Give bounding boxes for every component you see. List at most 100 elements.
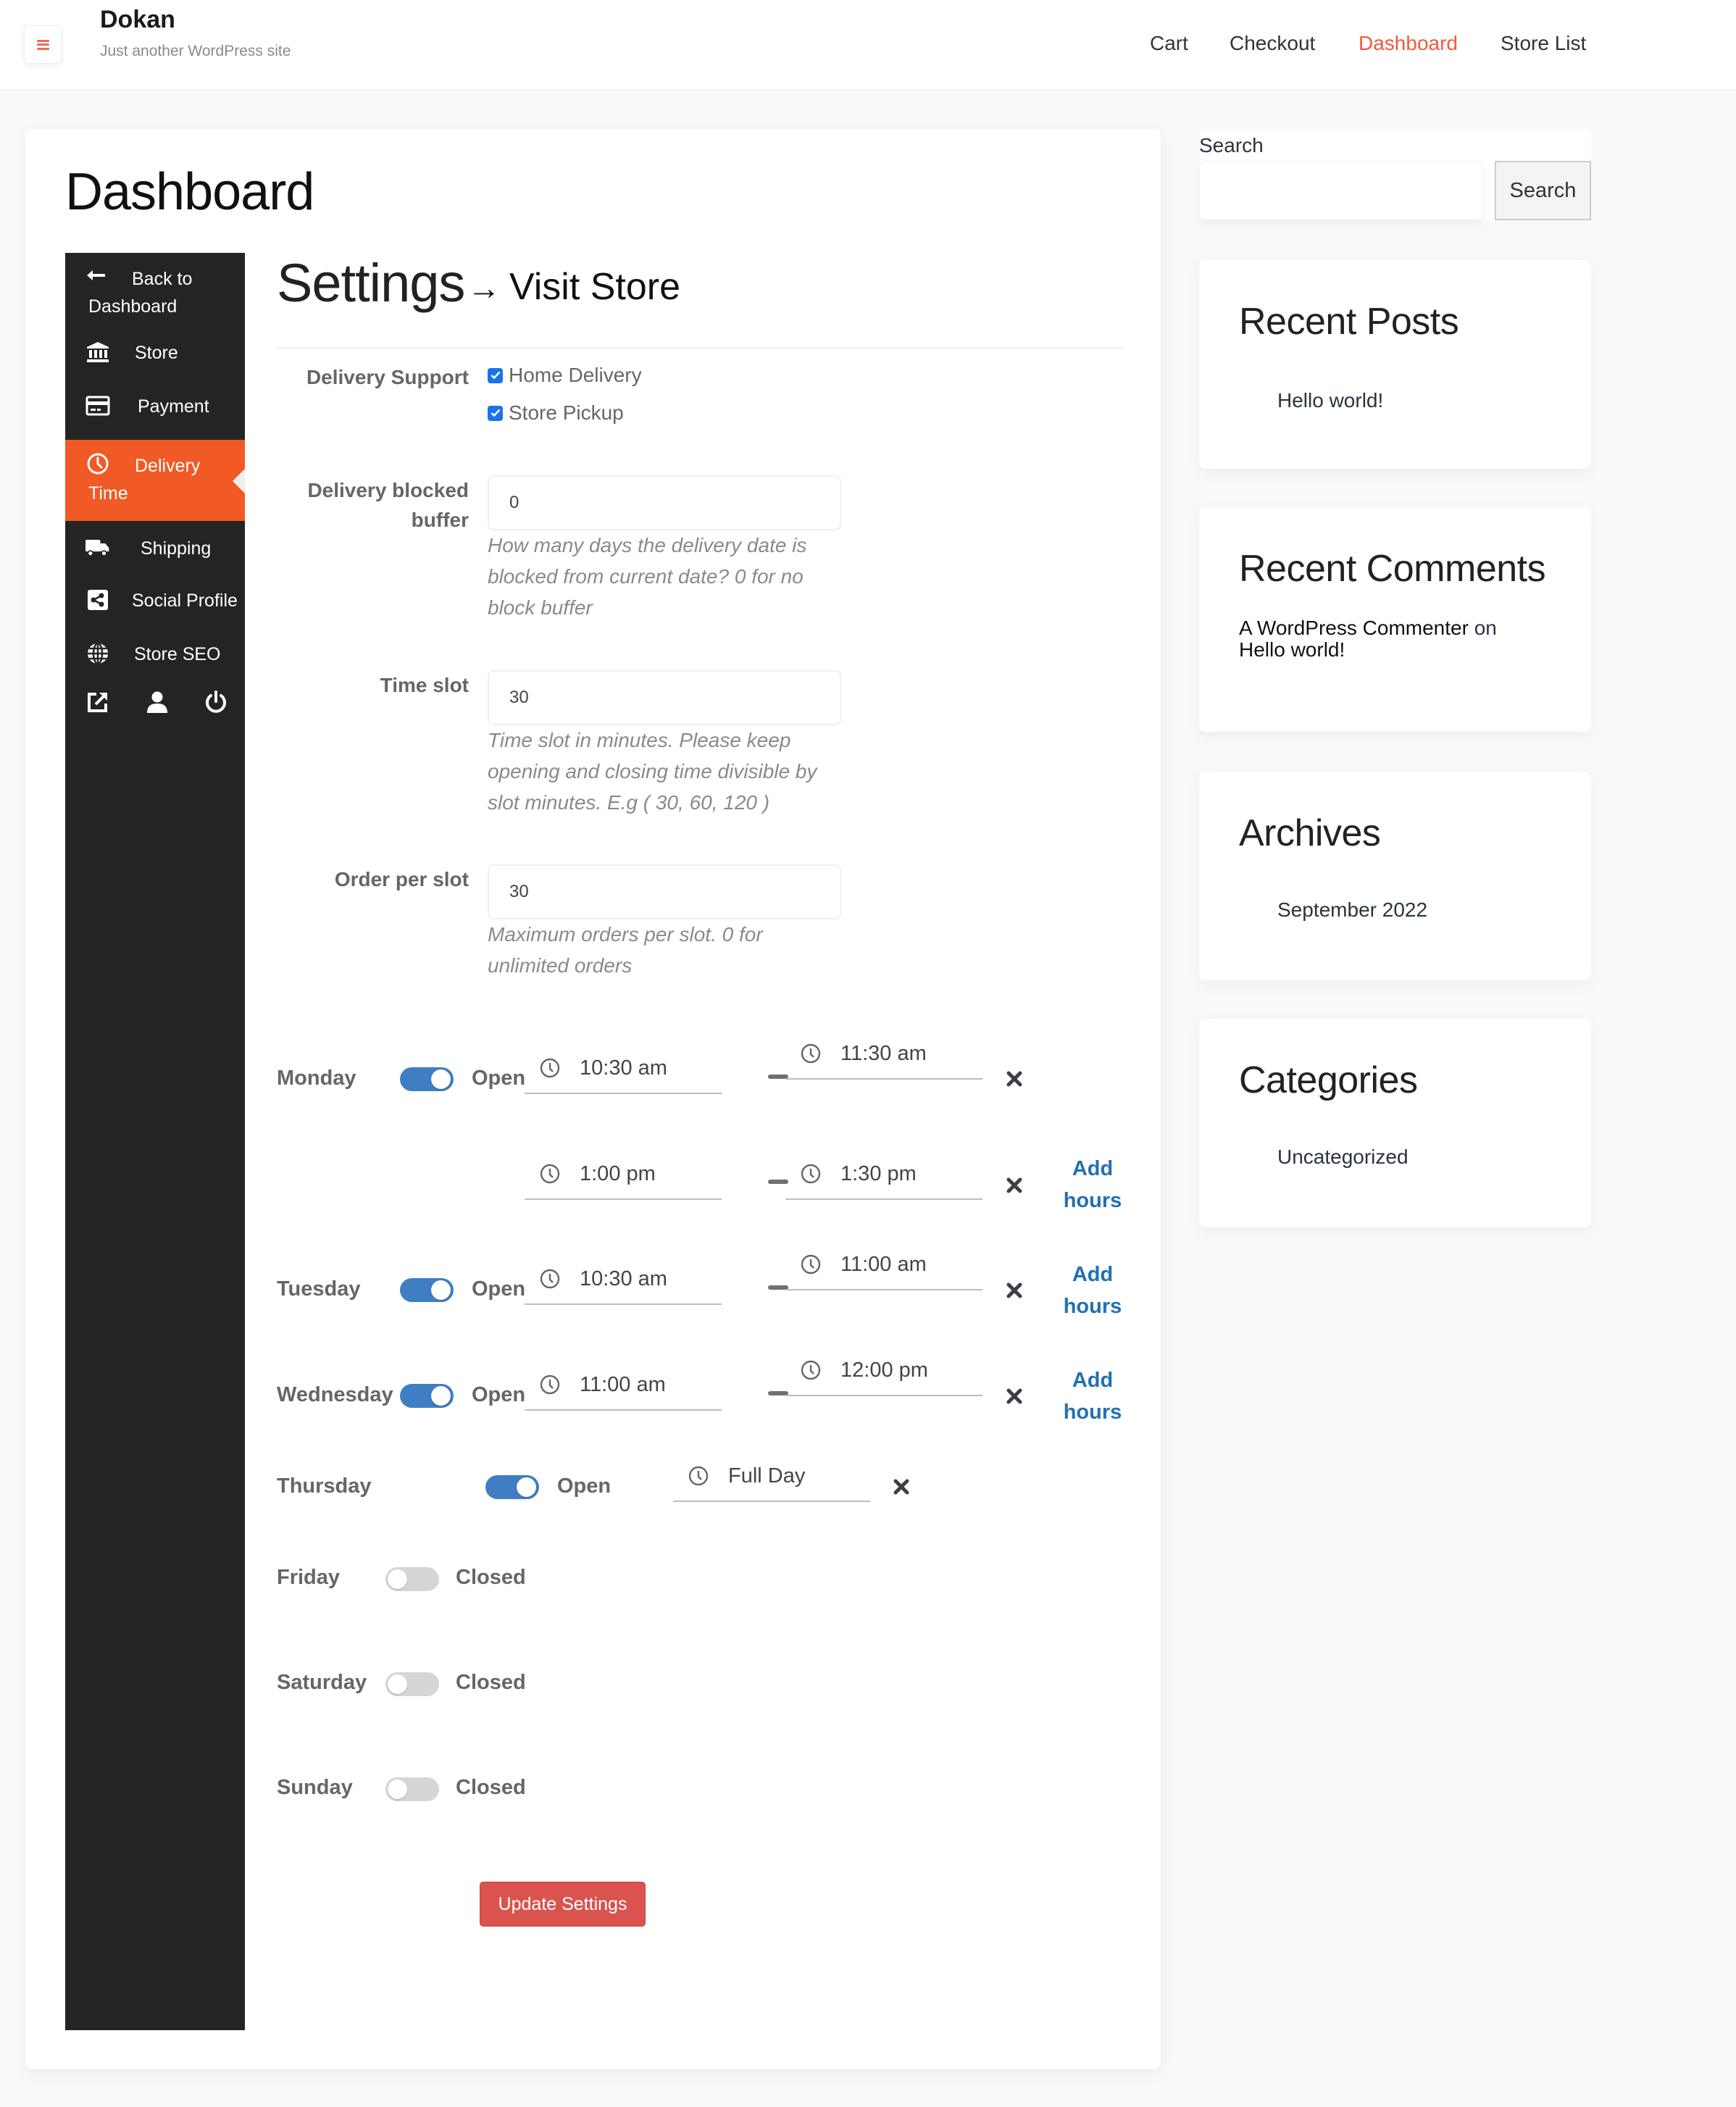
store-pickup-label: Store Pickup [509, 401, 624, 424]
time-slot-input[interactable]: 30 [488, 670, 841, 725]
user-icon[interactable] [143, 688, 172, 717]
closing-time-field[interactable]: 12:00 pm [785, 1356, 982, 1396]
recent-comments-widget: Recent Comments A WordPress Commenter on… [1199, 507, 1591, 732]
day-label: Friday [277, 1566, 341, 1589]
day-label: Tuesday [277, 1277, 361, 1301]
archives-widget: Archives September 2022 [1199, 772, 1591, 980]
order-per-slot-input[interactable]: 30 [488, 864, 841, 919]
archive-link[interactable]: September 2022 [1277, 898, 1427, 922]
share-icon [85, 588, 110, 612]
day-open-toggle[interactable] [485, 1475, 539, 1499]
site-title[interactable]: Dokan [100, 6, 175, 34]
clock-icon [801, 1164, 821, 1184]
external-link-icon[interactable] [83, 688, 112, 717]
day-open-toggle[interactable] [400, 1278, 454, 1302]
nav-dashboard[interactable]: Dashboard [1359, 32, 1458, 55]
remove-slot-icon[interactable] [1003, 1280, 1025, 1301]
sidebar-item-store[interactable]: Store [65, 327, 245, 380]
credit-card-icon [85, 393, 110, 418]
day-open-toggle[interactable] [400, 1067, 454, 1091]
clock-icon [540, 1269, 560, 1289]
store-pickup-checkbox[interactable] [488, 405, 503, 421]
time-slot-help: Time slot in minutes. Please keep openin… [488, 729, 817, 814]
widget-title: Archives [1239, 812, 1381, 854]
settings-title: Settings [277, 253, 465, 313]
power-icon[interactable] [201, 688, 230, 717]
time-slot-label: Time slot [380, 674, 469, 696]
home-delivery-label: Home Delivery [509, 364, 642, 386]
search-button[interactable]: Search [1495, 161, 1591, 220]
arrow-right-icon: → [467, 269, 501, 306]
full-day-field[interactable]: Full Day [673, 1462, 870, 1502]
category-link[interactable]: Uncategorized [1277, 1146, 1409, 1169]
main-content: Dashboard Back to Dashboard Store Paymen… [25, 129, 1161, 2069]
nav-store-list[interactable]: Store List [1501, 32, 1586, 55]
sidebar-item-social-profile[interactable]: Social Profile [65, 575, 245, 628]
day-open-toggle[interactable] [400, 1384, 454, 1408]
day-open-toggle[interactable] [385, 1777, 439, 1801]
sidebar-item-label: Time [88, 483, 128, 504]
closing-time-field[interactable]: 11:00 am [785, 1251, 982, 1290]
order-per-slot-label: Order per slot [334, 868, 469, 890]
day-status: Closed [456, 1671, 526, 1694]
remove-slot-icon[interactable] [1003, 1385, 1025, 1407]
clock-icon [540, 1058, 560, 1078]
day-open-toggle[interactable] [385, 1672, 439, 1696]
comment-post-link[interactable]: Hello world! [1239, 638, 1345, 661]
sidebar-item-label: Social Profile [132, 591, 238, 611]
comment-author-link[interactable]: A WordPress Commenter [1239, 617, 1469, 639]
recent-comment-item: A WordPress Commenter on Hello world! [1239, 617, 1543, 661]
sidebar-item-shipping[interactable]: Shipping [65, 521, 245, 575]
update-settings-button[interactable]: Update Settings [480, 1882, 646, 1927]
remove-slot-icon[interactable] [1003, 1068, 1025, 1090]
widget-title: Recent Comments [1239, 548, 1546, 590]
nav-checkout[interactable]: Checkout [1230, 32, 1315, 55]
blocked-buffer-input[interactable]: 0 [488, 475, 841, 530]
closing-time-field[interactable]: 1:30 pm [785, 1160, 982, 1200]
add-hours-link[interactable]: Add hours [1062, 1364, 1123, 1428]
sidebar-item-label: Dashboard [88, 296, 178, 317]
sidebar-bottom-actions [65, 688, 245, 724]
sidebar-item-label: Back to [132, 269, 193, 289]
day-status: Open [472, 1067, 526, 1090]
closing-time-field[interactable]: 11:30 am [785, 1040, 982, 1080]
blocked-buffer-label: Delivery blocked buffer [307, 479, 469, 531]
sidebar-item-label: Payment [138, 396, 209, 417]
day-open-toggle[interactable] [385, 1567, 439, 1591]
sidebar-item-payment[interactable]: Payment [65, 380, 245, 434]
visit-store-link[interactable]: → Visit Store [467, 265, 680, 309]
nav-cart[interactable]: Cart [1150, 32, 1188, 55]
clock-icon [540, 1374, 560, 1395]
widget-title: Categories [1239, 1059, 1418, 1101]
widget-title: Recent Posts [1239, 301, 1459, 343]
search-input[interactable] [1199, 161, 1483, 220]
remove-slot-icon[interactable] [1003, 1175, 1025, 1196]
sidebar-item-label: Store SEO [134, 644, 221, 664]
store-pickup-option[interactable]: Store Pickup [488, 401, 624, 425]
remove-slot-icon[interactable] [890, 1476, 912, 1498]
add-hours-link[interactable]: Add hours [1062, 1153, 1123, 1217]
recent-post-link[interactable]: Hello world! [1277, 389, 1383, 412]
opening-time-field[interactable]: 11:00 am [525, 1371, 722, 1411]
day-label: Thursday [277, 1474, 372, 1498]
visit-store-label: Visit Store [509, 266, 681, 308]
divider [277, 347, 1123, 349]
sidebar-item-label: Shipping [141, 538, 212, 559]
day-label: Wednesday [277, 1383, 393, 1406]
home-delivery-checkbox[interactable] [488, 367, 503, 383]
sidebar-item-delivery-time[interactable]: Delivery Time [65, 440, 245, 521]
sidebar-item-store-seo[interactable]: Store SEO [65, 628, 245, 682]
delivery-support-label: Delivery Support [306, 366, 469, 388]
main-nav: Cart Checkout Dashboard Store List [0, 32, 1736, 61]
sidebar-item-label: Store [135, 343, 178, 363]
bank-icon [85, 340, 110, 364]
sidebar-item-back-to-dashboard[interactable]: Back to Dashboard [65, 253, 245, 327]
day-label: Sunday [277, 1776, 353, 1799]
add-hours-link[interactable]: Add hours [1062, 1259, 1123, 1322]
blocked-buffer-help: How many days the delivery date is block… [488, 534, 807, 619]
opening-time-field[interactable]: 10:30 am [525, 1054, 722, 1094]
day-label: Saturday [277, 1671, 367, 1694]
home-delivery-option[interactable]: Home Delivery [488, 364, 642, 387]
opening-time-field[interactable]: 1:00 pm [525, 1160, 722, 1200]
opening-time-field[interactable]: 10:30 am [525, 1265, 722, 1305]
